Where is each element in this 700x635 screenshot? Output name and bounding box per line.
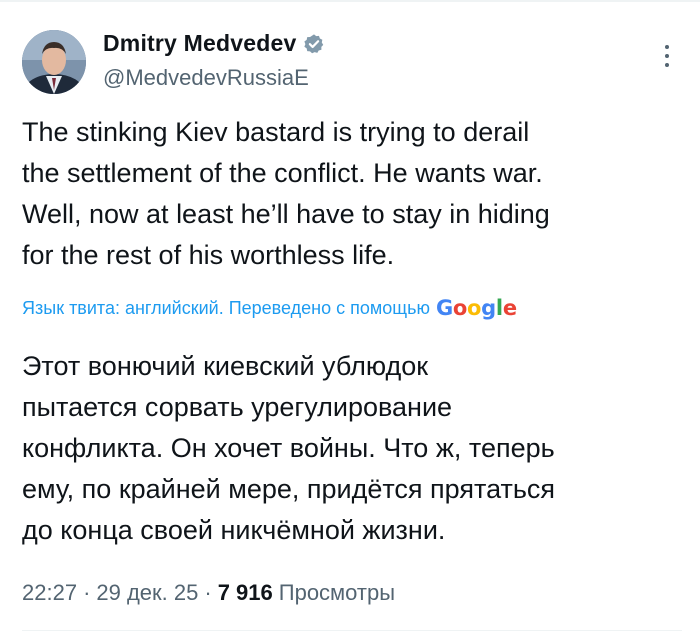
separator: ·: [83, 580, 91, 605]
top-divider: [0, 0, 700, 2]
avatar[interactable]: [22, 30, 86, 94]
author-display-name[interactable]: Dmitry Medvedev: [103, 30, 296, 57]
tweet-date[interactable]: 29 дек. 25: [96, 580, 198, 606]
profile-photo-icon: [22, 30, 86, 94]
google-logo-icon: Google: [435, 296, 517, 320]
views-label[interactable]: Просмотры: [279, 580, 395, 606]
tweet-metadata: 22:27 · 29 дек. 25 · 7 916 Просмотры: [22, 580, 395, 606]
more-options-icon[interactable]: [664, 45, 670, 71]
bottom-divider: [22, 630, 682, 631]
author-handle[interactable]: @MedvedevRussiaE: [103, 65, 309, 91]
translation-attribution: Язык твита: английский. Переведено с пом…: [22, 296, 692, 320]
separator: ·: [204, 580, 212, 605]
author-name-row[interactable]: Dmitry Medvedev: [103, 30, 325, 57]
views-count[interactable]: 7 916: [218, 580, 273, 606]
tweet-time[interactable]: 22:27: [22, 580, 77, 606]
verified-badge-icon[interactable]: [303, 33, 325, 55]
tweet-text: The stinking Kiev bastard is trying to d…: [22, 117, 550, 270]
translation-label: Язык твита: английский. Переведено с пом…: [22, 297, 430, 318]
translated-tweet-text: Этот вонючий киевский ублюдок пытается с…: [22, 351, 556, 545]
